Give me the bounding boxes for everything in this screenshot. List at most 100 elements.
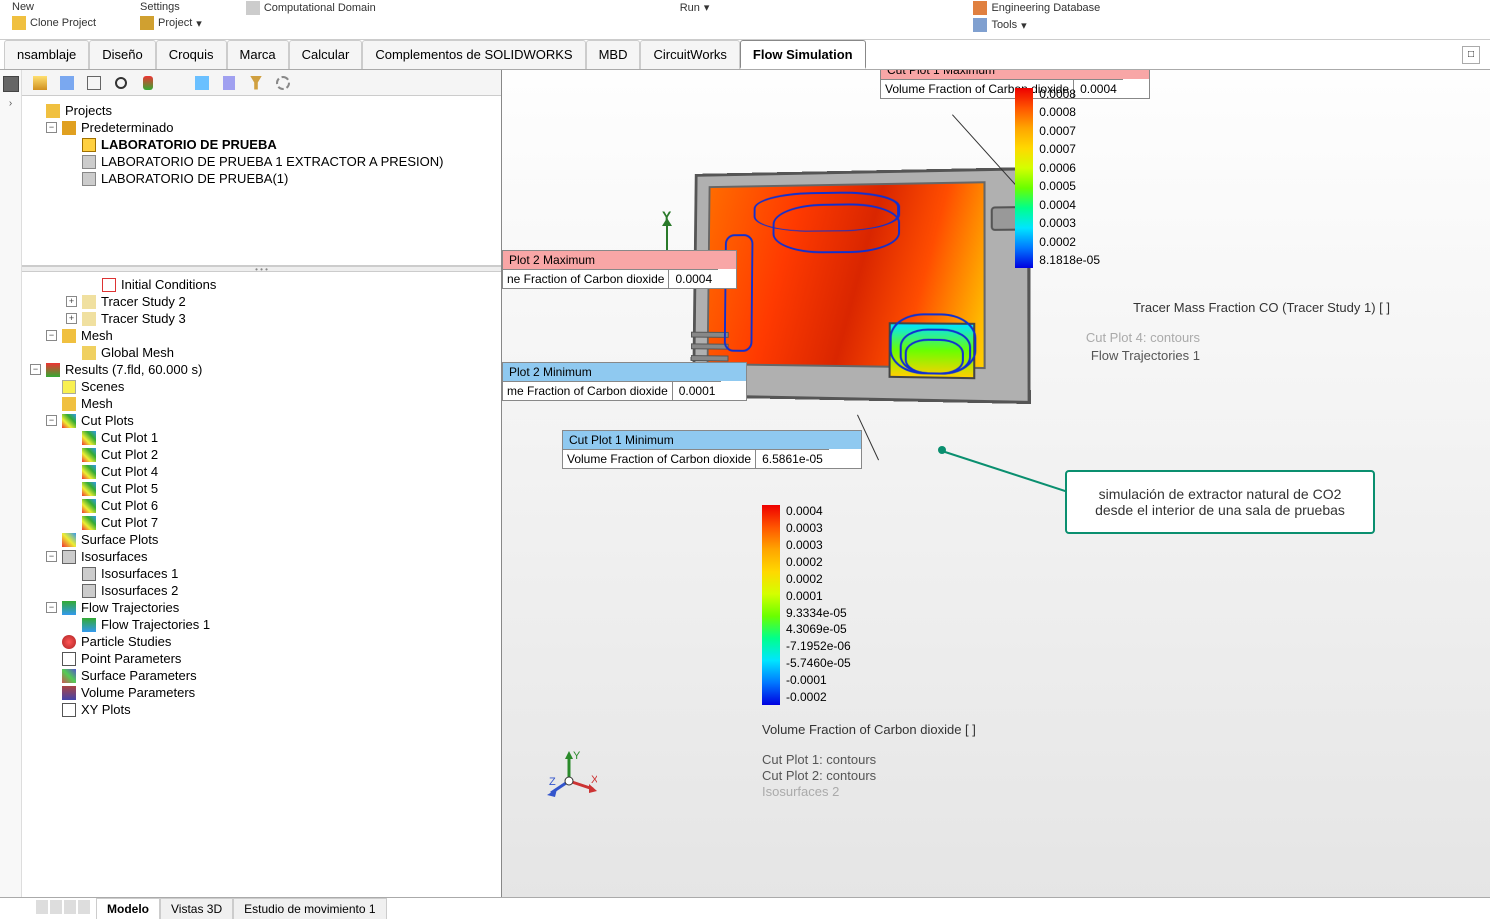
btab-vistas-3d[interactable]: Vistas 3D — [160, 898, 233, 919]
side-rail: › — [0, 70, 22, 899]
cutplot-icon — [82, 431, 96, 445]
tree-isosurfaces[interactable]: −Isosurfaces — [26, 548, 497, 565]
tab-flow-simulation[interactable]: Flow Simulation — [740, 40, 866, 69]
tree-mesh2[interactable]: Mesh — [26, 395, 497, 412]
annotation-box[interactable]: simulación de extractor natural de CO2 d… — [1065, 470, 1375, 534]
nav-last-icon[interactable] — [78, 900, 90, 914]
tab-marca[interactable]: Marca — [227, 40, 289, 69]
callout-label: ne Fraction of Carbon dioxide — [503, 269, 669, 288]
btab-estudio-mov[interactable]: Estudio de movimiento 1 — [233, 898, 386, 919]
legend-tracer: 0.0008 0.0008 0.0007 0.0007 0.0006 0.000… — [1015, 88, 1100, 268]
projects-root[interactable]: Projects — [26, 102, 497, 119]
callout-cutplot2-max[interactable]: Plot 2 Maximum ne Fraction of Carbon dio… — [502, 250, 737, 289]
svg-text:Z: Z — [549, 776, 556, 788]
tree-xy-plots[interactable]: XY Plots — [26, 701, 497, 718]
tree-initial-conditions[interactable]: Initial Conditions — [26, 276, 497, 293]
tab-circuitworks[interactable]: CircuitWorks — [640, 40, 739, 69]
tree-scenes[interactable]: Scenes — [26, 378, 497, 395]
ribbon-new[interactable]: New — [10, 0, 36, 14]
tree-iso-2[interactable]: Isosurfaces 2 — [26, 582, 497, 599]
ribbon-settings[interactable]: Settings — [138, 0, 182, 14]
expand-icon[interactable]: + — [66, 296, 77, 307]
tab-croquis[interactable]: Croquis — [156, 40, 227, 69]
tb-list[interactable] — [55, 72, 79, 94]
annotation-text: simulación de extractor natural de CO2 d… — [1095, 486, 1345, 518]
tb-target[interactable] — [109, 72, 133, 94]
collapse-icon[interactable]: − — [46, 122, 57, 133]
legend-gradient — [762, 505, 780, 705]
tree-cut-plots[interactable]: −Cut Plots — [26, 412, 497, 429]
ribbon-project[interactable]: Project ▾ — [138, 15, 204, 31]
collapse-icon[interactable]: − — [30, 364, 41, 375]
tb-flask[interactable] — [217, 72, 241, 94]
tree-cut-plot-1[interactable]: Cut Plot 1 — [26, 429, 497, 446]
callout-value: 0.0004 — [669, 269, 718, 288]
mesh-icon — [82, 346, 96, 360]
tree-tracer-2[interactable]: +Tracer Study 2 — [26, 293, 497, 310]
tb-filter[interactable] — [244, 72, 268, 94]
tree-surface-params[interactable]: Surface Parameters — [26, 667, 497, 684]
tree-cut-plot-2[interactable]: Cut Plot 2 — [26, 446, 497, 463]
tab-help-icon[interactable]: □ — [1462, 46, 1480, 64]
ribbon-clone-project[interactable]: Clone Project — [10, 15, 98, 31]
iso-icon — [82, 567, 96, 581]
rail-chevron[interactable]: › — [9, 98, 12, 109]
tree-mesh[interactable]: −Mesh — [26, 327, 497, 344]
tab-calcular[interactable]: Calcular — [289, 40, 363, 69]
tree-cut-plot-6[interactable]: Cut Plot 6 — [26, 497, 497, 514]
tb-blank[interactable] — [163, 72, 187, 94]
bottom-tab-nav[interactable] — [30, 898, 96, 919]
callout-cutplot2-min[interactable]: Plot 2 Minimum me Fraction of Carbon dio… — [502, 362, 747, 401]
rail-icon-1[interactable] — [3, 76, 19, 92]
tb-feature-tree[interactable] — [28, 72, 52, 94]
nav-first-icon[interactable] — [36, 900, 48, 914]
project-item-3[interactable]: LABORATORIO DE PRUEBA(1) — [26, 170, 497, 187]
tree-flow-traj-1[interactable]: Flow Trajectories 1 — [26, 616, 497, 633]
tree-global-mesh[interactable]: Global Mesh — [26, 344, 497, 361]
tree-flow-trajectories[interactable]: −Flow Trajectories — [26, 599, 497, 616]
tree-point-params[interactable]: Point Parameters — [26, 650, 497, 667]
folder-icon — [62, 121, 76, 135]
tree-volume-params[interactable]: Volume Parameters — [26, 684, 497, 701]
view-triad[interactable]: Y X Z — [547, 749, 597, 799]
tree-results[interactable]: −Results (7.fld, 60.000 s) — [26, 361, 497, 378]
tree-cut-plot-7[interactable]: Cut Plot 7 — [26, 514, 497, 531]
legend-gradient — [1015, 88, 1033, 268]
info-flowtraj1: Flow Trajectories 1 — [1091, 348, 1200, 363]
tab-mbd[interactable]: MBD — [586, 40, 641, 69]
tb-gear[interactable] — [271, 72, 295, 94]
nav-next-icon[interactable] — [64, 900, 76, 914]
expand-icon[interactable]: + — [66, 313, 77, 324]
tb-props[interactable] — [82, 72, 106, 94]
collapse-icon[interactable]: − — [46, 602, 57, 613]
collapse-icon[interactable]: − — [46, 330, 57, 341]
tb-results[interactable] — [190, 72, 214, 94]
collapse-icon[interactable]: − — [46, 415, 57, 426]
project-item-2[interactable]: LABORATORIO DE PRUEBA 1 EXTRACTOR A PRES… — [26, 153, 497, 170]
ribbon-run[interactable]: Run ▾ — [678, 0, 712, 15]
tree-cut-plot-5[interactable]: Cut Plot 5 — [26, 480, 497, 497]
tree-tracer-3[interactable]: +Tracer Study 3 — [26, 310, 497, 327]
ribbon-tools[interactable]: Tools ▾ — [971, 17, 1028, 33]
filter-icon — [250, 76, 262, 90]
tab-diseno[interactable]: Diseño — [89, 40, 155, 69]
legend-vf-title: Volume Fraction of Carbon dioxide [ ] — [762, 722, 976, 737]
legend-values: 0.0004 0.0003 0.0003 0.0002 0.0002 0.000… — [786, 505, 851, 705]
btab-modelo[interactable]: Modelo — [96, 898, 160, 919]
ribbon-eng-db: Engineering Database — [971, 0, 1102, 16]
tree-iso-1[interactable]: Isosurfaces 1 — [26, 565, 497, 582]
tree-cut-plot-4[interactable]: Cut Plot 4 — [26, 463, 497, 480]
tab-ensamblaje[interactable]: nsamblaje — [4, 40, 89, 69]
tab-complementos[interactable]: Complementos de SOLIDWORKS — [362, 40, 585, 69]
tree-surface-plots[interactable]: Surface Plots — [26, 531, 497, 548]
nav-prev-icon[interactable] — [50, 900, 62, 914]
collapse-icon[interactable]: − — [46, 551, 57, 562]
callout-label: Volume Fraction of Carbon dioxide — [563, 449, 756, 468]
tb-light[interactable] — [136, 72, 160, 94]
callout-cutplot1-min[interactable]: Cut Plot 1 Minimum Volume Fraction of Ca… — [562, 430, 862, 469]
mesh-icon — [62, 397, 76, 411]
viewport-3d[interactable]: 🔍 ⌕ ◫ ◧ ◩ ◪ ◨ ✎ Y — [502, 70, 1490, 899]
tree-particle-studies[interactable]: Particle Studies — [26, 633, 497, 650]
projects-predeterminado[interactable]: − Predeterminado — [26, 119, 497, 136]
project-item-active[interactable]: LABORATORIO DE PRUEBA — [26, 136, 497, 153]
